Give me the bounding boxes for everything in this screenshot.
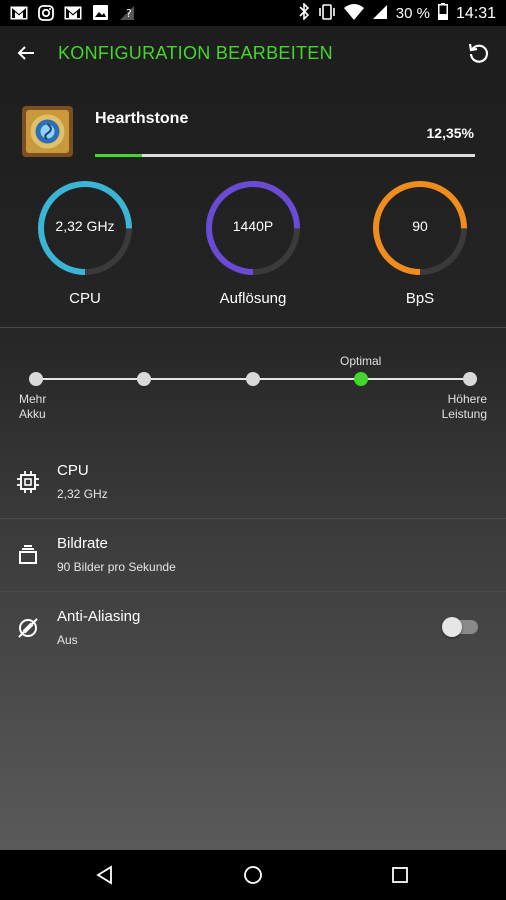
slider-max-label-line1: Höhere [447, 392, 487, 406]
slider-max-label: Höhere Leistung [442, 392, 487, 422]
divider [0, 327, 506, 328]
divider [0, 591, 506, 592]
gmail-icon [64, 4, 82, 21]
setting-cpu-value: 2,32 GHz [57, 487, 108, 501]
svg-text:?: ? [126, 7, 132, 20]
status-bar: ? 30 % 14:31 [0, 0, 506, 26]
hearthstone-logo-icon [21, 105, 74, 158]
game-progress-bar [95, 154, 475, 157]
slider-step-5[interactable] [463, 372, 477, 386]
reset-icon[interactable] [466, 40, 492, 66]
gauge-cpu-value: 2,32 GHz [55, 218, 115, 234]
slider-selected-label: Optimal [340, 354, 382, 368]
clock: 14:31 [455, 4, 496, 22]
game-name: Hearthstone [95, 110, 189, 127]
setting-anti-aliasing-value: Aus [57, 633, 78, 647]
wifi-icon [343, 3, 364, 24]
app-content: KONFIGURATION BEARBEITEN Hearthstone 12,… [0, 26, 506, 850]
setting-cpu-name: CPU [57, 462, 89, 479]
gauge-resolution: 1440P Auflösung [203, 178, 303, 307]
gauge-fps-value: 90 [412, 218, 428, 234]
game-percentage: 12,35% [426, 125, 474, 141]
battery-text: 30 % [395, 5, 430, 22]
signal-question-icon: ? [118, 4, 136, 21]
cell-signal-icon [372, 4, 388, 24]
page-title: KONFIGURATION BEARBEITEN [58, 43, 333, 63]
frames-icon [16, 543, 40, 567]
setting-framerate[interactable]: Bildrate 90 Bilder pro Sekunde [0, 521, 506, 593]
divider [0, 518, 506, 519]
gauge-cpu: 2,32 GHz CPU [35, 178, 135, 307]
slider-max-label-line2: Leistung [441, 407, 487, 421]
recents-square-icon[interactable] [389, 864, 411, 886]
chip-icon [16, 470, 40, 494]
slider-step-2[interactable] [137, 372, 151, 386]
bluetooth-icon [298, 2, 310, 24]
battery-icon [437, 3, 448, 24]
top-app-bar: KONFIGURATION BEARBEITEN [0, 26, 506, 82]
performance-slider[interactable]: Optimal Mehr Akku Höhere Leistung [0, 346, 506, 436]
setting-cpu[interactable]: CPU 2,32 GHz [0, 448, 506, 520]
gauge-cpu-label: CPU [69, 290, 101, 307]
slider-step-1[interactable] [29, 372, 43, 386]
system-nav-bar [0, 850, 506, 900]
back-arrow-icon[interactable] [14, 40, 40, 66]
gauge-resolution-label: Auflösung [219, 290, 287, 307]
gauge-resolution-value: 1440P [232, 218, 274, 234]
slider-step-4[interactable] [354, 372, 368, 386]
anti-aliasing-off-icon [16, 616, 40, 640]
slider-min-label-line2: Akku [19, 407, 46, 421]
gauge-fps: 90 BpS [370, 178, 470, 307]
slider-min-label: Mehr Akku [19, 392, 46, 422]
slider-step-3[interactable] [246, 372, 260, 386]
setting-framerate-value: 90 Bilder pro Sekunde [57, 560, 176, 574]
image-icon [91, 4, 109, 21]
setting-framerate-name: Bildrate [57, 535, 108, 552]
gmail-icon [10, 4, 28, 21]
back-triangle-icon[interactable] [95, 864, 117, 886]
anti-aliasing-toggle[interactable] [442, 617, 478, 637]
system-status: 30 % 14:31 [298, 2, 496, 24]
instagram-icon [37, 4, 55, 21]
notification-icons: ? [10, 4, 136, 21]
toggle-knob [442, 617, 462, 637]
setting-anti-aliasing[interactable]: Anti-Aliasing Aus [0, 594, 506, 666]
setting-anti-aliasing-name: Anti-Aliasing [57, 608, 141, 625]
gauge-fps-label: BpS [405, 290, 435, 307]
vibrate-icon [318, 3, 336, 24]
game-progress-fill [95, 154, 142, 157]
slider-min-label-line1: Mehr [19, 392, 47, 406]
home-circle-icon[interactable] [242, 864, 264, 886]
